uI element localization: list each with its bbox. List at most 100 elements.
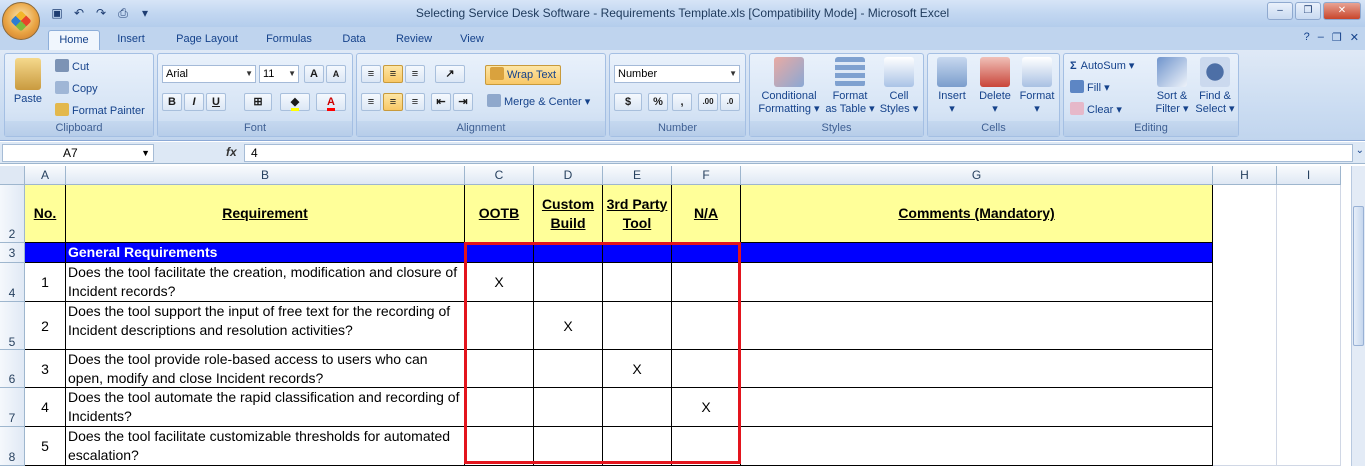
tab-home[interactable]: Home [48,30,100,50]
req-comments[interactable] [741,388,1213,427]
tab-view[interactable]: View [450,30,494,50]
req-text[interactable]: Does the tool provide role-based access … [66,350,465,388]
font-name-combo[interactable]: Arial ▼ [162,65,256,83]
help-icon[interactable]: ? [1304,31,1310,44]
column-header[interactable]: H [1213,166,1277,185]
shrink-font-button[interactable]: A [326,65,346,83]
header-ootb[interactable]: OOTB [465,185,534,243]
bold-button[interactable]: B [162,93,182,111]
tab-review[interactable]: Review [386,30,442,50]
cut-button[interactable]: Cut [55,58,89,76]
increase-decimal-button[interactable]: .00 [698,93,718,111]
conditional-formatting-button[interactable]: Conditional Formatting ▾ [754,57,824,116]
formula-input[interactable]: 4 [244,144,1353,162]
row-header[interactable]: 3 [0,243,25,263]
req-na[interactable] [672,263,741,302]
align-center-button[interactable]: ≡ [383,93,403,111]
format-painter-button[interactable]: Format Painter [55,102,145,120]
column-header[interactable]: E [603,166,672,185]
req-third-party[interactable] [603,427,672,466]
row-header[interactable]: 7 [0,388,25,427]
cell-styles-button[interactable]: Cell Styles ▾ [876,57,922,116]
fill-color-button[interactable]: ◆ [280,93,310,111]
req-custom-build[interactable]: X [534,302,603,350]
increase-indent-button[interactable]: ⇥ [453,93,473,111]
decrease-decimal-button[interactable]: .0 [720,93,740,111]
tab-formulas[interactable]: Formulas [257,30,321,50]
req-custom-build[interactable] [534,350,603,388]
percent-button[interactable]: % [648,93,668,111]
ribbon-minimize-icon[interactable]: – [1318,31,1324,44]
clear-button[interactable]: Clear ▾ [1070,101,1122,119]
req-third-party[interactable] [603,302,672,350]
req-custom-build[interactable] [534,427,603,466]
align-right-button[interactable]: ≡ [405,93,425,111]
req-no[interactable]: 5 [25,427,66,466]
autosum-button[interactable]: Σ AutoSum ▾ [1070,57,1134,75]
restore-button[interactable]: ❐ [1295,2,1321,20]
delete-cells-button[interactable]: Delete ▾ [974,57,1016,116]
fill-button[interactable]: Fill ▾ [1070,79,1110,97]
row-header[interactable]: 4 [0,263,25,302]
req-comments[interactable] [741,263,1213,302]
req-na[interactable] [672,302,741,350]
select-all-corner[interactable] [0,166,25,185]
req-no[interactable]: 1 [25,263,66,302]
column-header[interactable]: B [66,166,465,185]
tab-page-layout[interactable]: Page Layout [166,30,248,50]
wrap-text-button[interactable]: Wrap Text [485,65,562,85]
office-button[interactable] [2,2,40,40]
req-ootb[interactable]: X [465,263,534,302]
header-custom-build[interactable]: Custom Build [534,185,603,243]
align-bottom-button[interactable]: ≡ [405,65,425,83]
expand-formula-bar-icon[interactable]: ⌄ [1356,145,1364,156]
empty-column-i[interactable] [1277,185,1341,466]
req-text[interactable]: Does the tool facilitate customizable th… [66,427,465,466]
req-custom-build[interactable] [534,263,603,302]
row-header[interactable]: 6 [0,350,25,388]
copy-button[interactable]: Copy [55,80,98,98]
req-text[interactable]: Does the tool automate the rapid classif… [66,388,465,427]
empty-column-h[interactable] [1213,185,1277,466]
section-cell[interactable] [25,243,66,263]
section-title[interactable]: General Requirements [66,243,465,263]
underline-button[interactable]: U [206,93,226,111]
row-header[interactable]: 2 [0,185,25,243]
tab-data[interactable]: Data [332,30,376,50]
req-custom-build[interactable] [534,388,603,427]
align-middle-button[interactable]: ≡ [383,65,403,83]
row-header[interactable]: 5 [0,302,25,350]
borders-button[interactable]: ⊞ [244,93,272,111]
req-no[interactable]: 4 [25,388,66,427]
number-format-combo[interactable]: Number ▼ [614,65,740,83]
column-header[interactable]: F [672,166,741,185]
name-box[interactable]: A7 ▼ [2,144,154,162]
insert-function-icon[interactable]: fx [226,145,237,159]
decrease-indent-button[interactable]: ⇤ [431,93,451,111]
merge-center-button[interactable]: Merge & Center ▾ [487,93,590,111]
column-header[interactable]: A [25,166,66,185]
req-ootb[interactable] [465,302,534,350]
header-na[interactable]: N/A [672,185,741,243]
font-size-combo[interactable]: 11 ▼ [259,65,299,83]
header-comments[interactable]: Comments (Mandatory) [741,185,1213,243]
ribbon-restore-icon[interactable]: ❐ [1332,31,1342,44]
req-comments[interactable] [741,302,1213,350]
format-as-table-button[interactable]: Format as Table ▾ [824,57,876,116]
align-top-button[interactable]: ≡ [361,65,381,83]
req-comments[interactable] [741,350,1213,388]
req-text[interactable]: Does the tool facilitate the creation, m… [66,263,465,302]
scrollbar-thumb[interactable] [1353,206,1364,346]
header-no[interactable]: No. [25,185,66,243]
minimize-button[interactable]: – [1267,2,1293,20]
font-color-button[interactable]: A [316,93,346,111]
find-select-button[interactable]: Find & Select ▾ [1194,57,1236,116]
format-cells-button[interactable]: Format ▾ [1016,57,1058,116]
paste-button[interactable]: Paste [9,58,47,106]
req-ootb[interactable] [465,427,534,466]
req-na[interactable]: X [672,388,741,427]
column-header[interactable]: C [465,166,534,185]
req-no[interactable]: 2 [25,302,66,350]
header-third-party[interactable]: 3rd Party Tool [603,185,672,243]
section-cell[interactable] [534,243,603,263]
